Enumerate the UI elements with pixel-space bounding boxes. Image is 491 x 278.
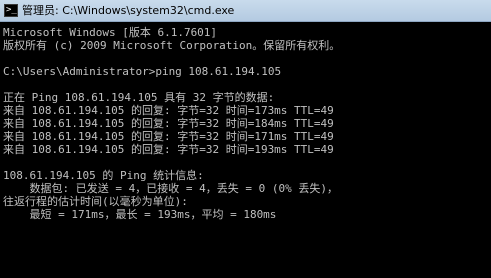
console-icon-glyph: >_ xyxy=(6,5,17,15)
window-title: 管理员: C:\Windows\system32\cmd.exe xyxy=(22,4,235,17)
console-line-ping-header: 正在 Ping 108.61.194.105 具有 32 字节的数据: xyxy=(3,91,275,104)
console-line-reply: 来自 108.61.194.105 的回复: 字节=32 时间=173ms TT… xyxy=(3,104,334,117)
console-line-stats-header: 108.61.194.105 的 Ping 统计信息: xyxy=(3,169,204,182)
console-line-version: Microsoft Windows [版本 6.1.7601] xyxy=(3,26,218,39)
console-icon[interactable]: >_ xyxy=(4,4,18,17)
title-bar[interactable]: >_ 管理员: C:\Windows\system32\cmd.exe xyxy=(0,0,491,22)
console-line-copyright: 版权所有 (c) 2009 Microsoft Corporation。保留所有… xyxy=(3,39,341,52)
console-line-packets: 数据包: 已发送 = 4，已接收 = 4，丢失 = 0 (0% 丢失)， xyxy=(3,182,338,195)
console-line-reply: 来自 108.61.194.105 的回复: 字节=32 时间=193ms TT… xyxy=(3,143,334,156)
console-output[interactable]: Microsoft Windows [版本 6.1.7601] 版权所有 (c)… xyxy=(0,22,491,278)
console-line-rtt-header: 往返行程的估计时间(以毫秒为单位): xyxy=(3,195,188,208)
console-line-command: C:\Users\Administrator>ping 108.61.194.1… xyxy=(3,65,282,78)
console-line-rtt-values: 最短 = 171ms，最长 = 193ms，平均 = 180ms xyxy=(3,208,277,221)
cmd-window: >_ 管理员: C:\Windows\system32\cmd.exe Micr… xyxy=(0,0,491,278)
console-line-reply: 来自 108.61.194.105 的回复: 字节=32 时间=184ms TT… xyxy=(3,117,334,130)
console-line-reply: 来自 108.61.194.105 的回复: 字节=32 时间=171ms TT… xyxy=(3,130,334,143)
